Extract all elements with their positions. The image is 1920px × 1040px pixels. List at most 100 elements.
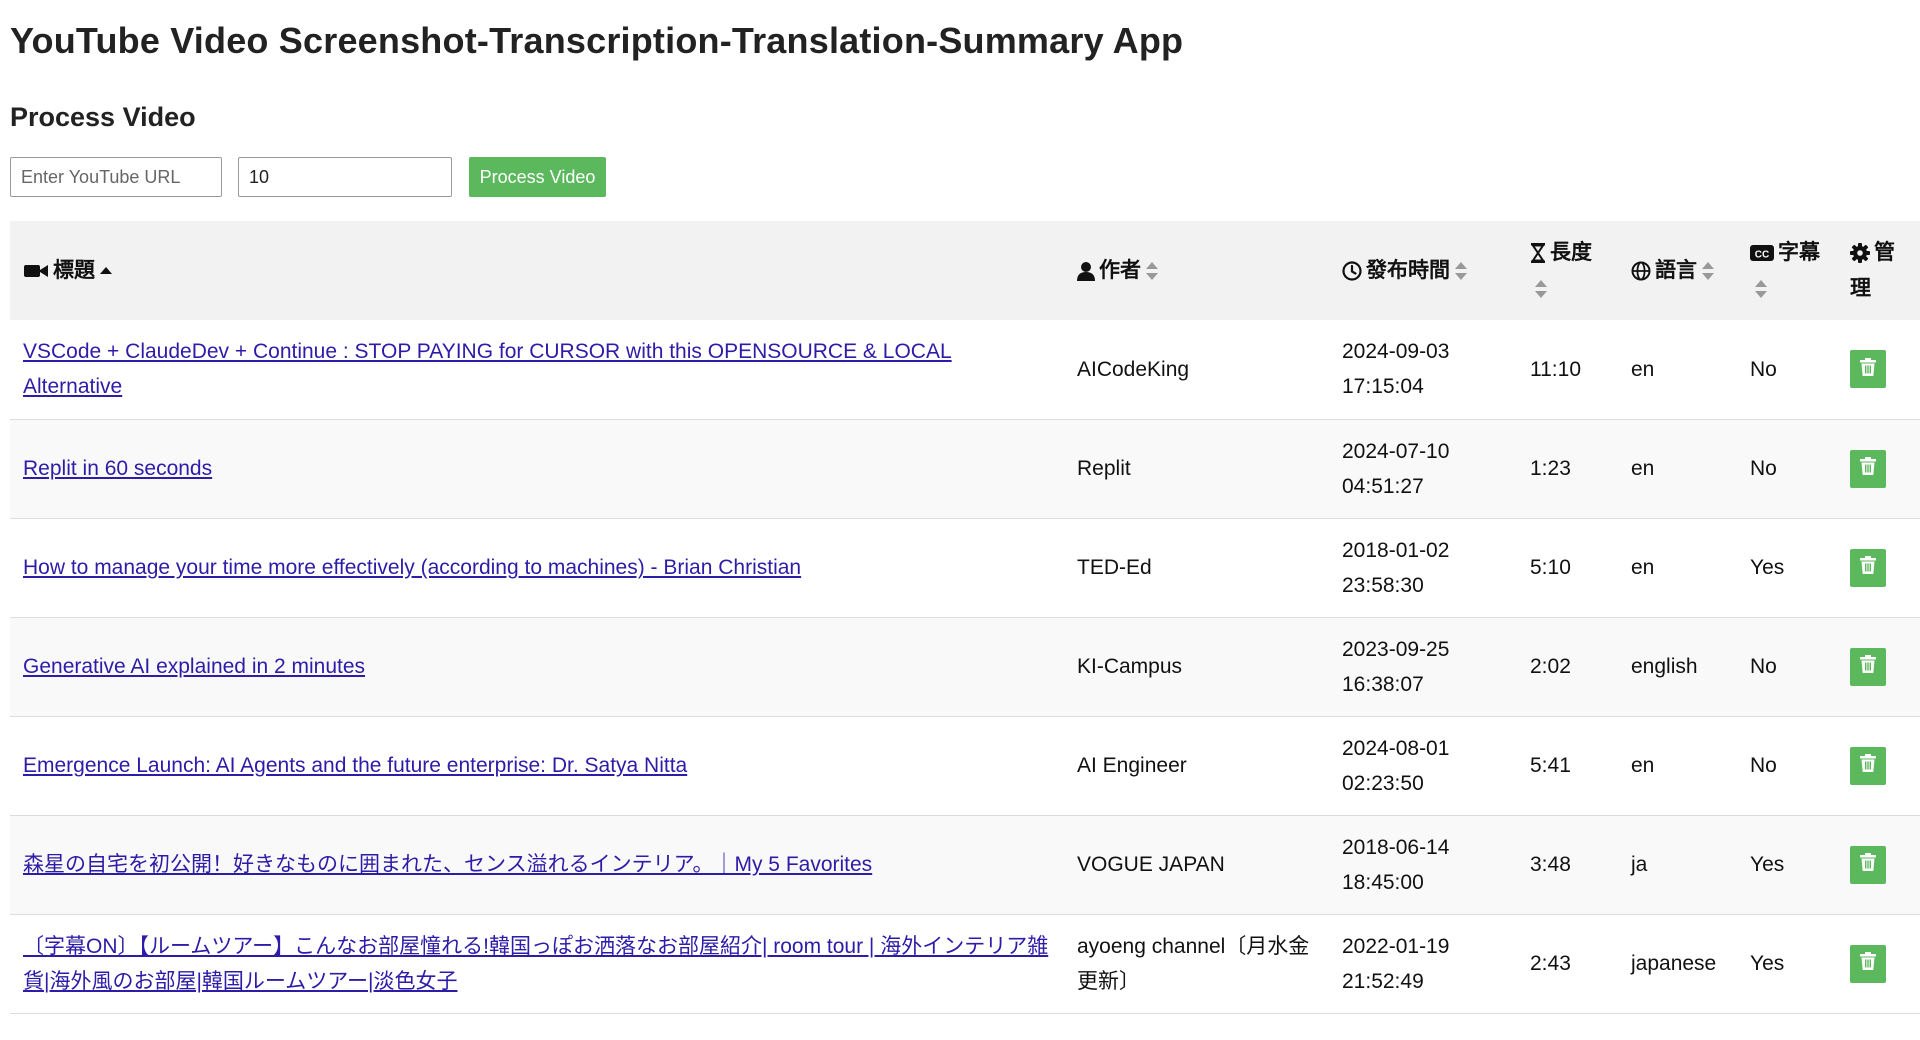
delete-button[interactable] (1850, 944, 1886, 983)
cell-manage (1837, 518, 1920, 617)
cell-manage (1837, 617, 1920, 716)
clock-icon (1342, 261, 1362, 281)
hourglass-icon (1530, 242, 1546, 263)
column-header-published[interactable]: 發布時間 (1329, 221, 1517, 320)
delete-button[interactable] (1850, 350, 1886, 389)
delete-button[interactable] (1850, 548, 1886, 587)
published-date: 2024-09-03 (1342, 340, 1450, 364)
cell-duration: 1:23 (1530, 457, 1571, 480)
column-header-manage: 管理 (1837, 221, 1920, 320)
cell-author: ayoeng channel〔月水金更新〕 (1077, 934, 1310, 993)
cell-published: 2024-09-03 17:15:04 (1329, 320, 1517, 419)
cell-language: en (1631, 754, 1655, 777)
column-header-title[interactable]: 標題 (10, 221, 1064, 320)
cell-title: Generative AI explained in 2 minutes (10, 617, 1064, 716)
process-heading: Process Video (10, 102, 196, 132)
cell-author: AICodeKing (1077, 357, 1190, 381)
column-header-language-label: 語言 (1655, 258, 1697, 282)
cell-duration: 2:43 (1530, 952, 1571, 975)
video-title-link[interactable]: 〔字幕ON〕【ルームツアー】こんなお部屋憧れる!韓国っぽお洒落なお部屋紹介| r… (23, 935, 1048, 993)
published-date: 2024-08-01 (1342, 736, 1450, 760)
cell-subtitles: Yes (1750, 556, 1785, 579)
trash-icon (1860, 550, 1876, 585)
table-row: Emergence Launch: AI Agents and the futu… (10, 716, 1920, 815)
gear-icon (1850, 242, 1870, 263)
cell-subtitles: Yes (1750, 952, 1785, 975)
video-title-link[interactable]: 森星の自宅を初公開！好きなものに囲まれた、センス溢れるインテリア。｜My 5 F… (23, 853, 872, 876)
cell-language: en (1631, 357, 1655, 381)
sort-both-icon (1145, 261, 1159, 281)
page: YouTube Video Screenshot-Transcription-T… (0, 0, 1920, 1014)
delete-button[interactable] (1850, 845, 1886, 884)
column-header-published-label: 發布時間 (1366, 258, 1450, 282)
column-header-author[interactable]: 作者 (1064, 221, 1329, 320)
count-input[interactable] (238, 157, 452, 197)
cell-language: en (1631, 457, 1655, 480)
video-title-link[interactable]: How to manage your time more effectively… (23, 556, 801, 579)
delete-button[interactable] (1850, 746, 1886, 785)
user-icon (1077, 261, 1095, 281)
cell-duration: 2:02 (1530, 655, 1571, 678)
table-row: How to manage your time more effectively… (10, 518, 1920, 617)
sort-both-icon (1454, 261, 1468, 281)
cell-author: AI Engineer (1077, 754, 1187, 777)
cell-author: TED-Ed (1077, 556, 1152, 579)
published-time: 02:23:50 (1342, 771, 1424, 795)
published-date: 2024-07-10 (1342, 439, 1450, 463)
closed-captions-icon: CC (1750, 244, 1774, 262)
sort-both-icon (1701, 261, 1715, 281)
trash-icon (1860, 946, 1876, 981)
process-video-button[interactable]: Process Video (469, 157, 606, 197)
table-row: 〔字幕ON〕【ルームツアー】こんなお部屋憧れる!韓国っぽお洒落なお部屋紹介| r… (10, 914, 1920, 1013)
published-time: 23:58:30 (1342, 573, 1424, 597)
video-title-link[interactable]: Emergence Launch: AI Agents and the futu… (23, 754, 687, 777)
video-title-link[interactable]: Generative AI explained in 2 minutes (23, 655, 365, 678)
trash-icon (1860, 352, 1876, 387)
cell-manage (1837, 716, 1920, 815)
published-time: 16:38:07 (1342, 672, 1424, 696)
cell-subtitles: No (1750, 457, 1777, 480)
cell-title: How to manage your time more effectively… (10, 518, 1064, 617)
column-header-subtitles[interactable]: CC 字幕 (1737, 221, 1837, 320)
cell-author: Replit (1077, 457, 1131, 480)
cell-language: en (1631, 556, 1655, 579)
published-date: 2018-06-14 (1342, 835, 1450, 859)
column-header-subtitles-label: 字幕 (1778, 240, 1820, 264)
cell-duration: 3:48 (1530, 853, 1571, 876)
column-header-title-label: 標題 (53, 258, 95, 282)
trash-icon (1860, 451, 1876, 486)
cell-subtitles: Yes (1750, 853, 1785, 876)
trash-icon (1860, 847, 1876, 882)
video-camera-icon (23, 262, 49, 280)
youtube-url-input[interactable] (10, 157, 222, 197)
table-body: VSCode + ClaudeDev + Continue : STOP PAY… (10, 320, 1920, 1013)
delete-button[interactable] (1850, 647, 1886, 686)
published-date: 2023-09-25 (1342, 637, 1450, 661)
cell-language: english (1631, 655, 1698, 678)
cell-subtitles: No (1750, 655, 1777, 678)
cell-title: 森星の自宅を初公開！好きなものに囲まれた、センス溢れるインテリア。｜My 5 F… (10, 815, 1064, 914)
published-time: 18:45:00 (1342, 870, 1424, 894)
cell-published: 2024-07-10 04:51:27 (1329, 419, 1517, 518)
cell-published: 2023-09-25 16:38:07 (1329, 617, 1517, 716)
column-header-duration[interactable]: 長度 (1517, 221, 1618, 320)
cell-title: VSCode + ClaudeDev + Continue : STOP PAY… (10, 320, 1064, 419)
column-header-author-label: 作者 (1099, 258, 1141, 282)
delete-button[interactable] (1850, 449, 1886, 488)
cell-published: 2018-06-14 18:45:00 (1329, 815, 1517, 914)
cell-language: ja (1631, 853, 1648, 876)
sort-asc-icon (99, 264, 113, 278)
table-header-row: 標題 作者 發布時間 長度 語言 CC 字幕 管理 (10, 221, 1920, 320)
globe-icon (1631, 261, 1651, 281)
sort-both-icon (1534, 279, 1548, 299)
cell-manage (1837, 419, 1920, 518)
video-title-link[interactable]: VSCode + ClaudeDev + Continue : STOP PAY… (23, 340, 952, 398)
cell-subtitles: No (1750, 357, 1777, 381)
table-row: VSCode + ClaudeDev + Continue : STOP PAY… (10, 320, 1920, 419)
published-date: 2022-01-19 (1342, 934, 1450, 958)
video-title-link[interactable]: Replit in 60 seconds (23, 457, 212, 480)
trash-icon (1860, 748, 1876, 783)
published-date: 2018-01-02 (1342, 538, 1450, 562)
column-header-language[interactable]: 語言 (1618, 221, 1737, 320)
sort-both-icon (1754, 279, 1768, 299)
